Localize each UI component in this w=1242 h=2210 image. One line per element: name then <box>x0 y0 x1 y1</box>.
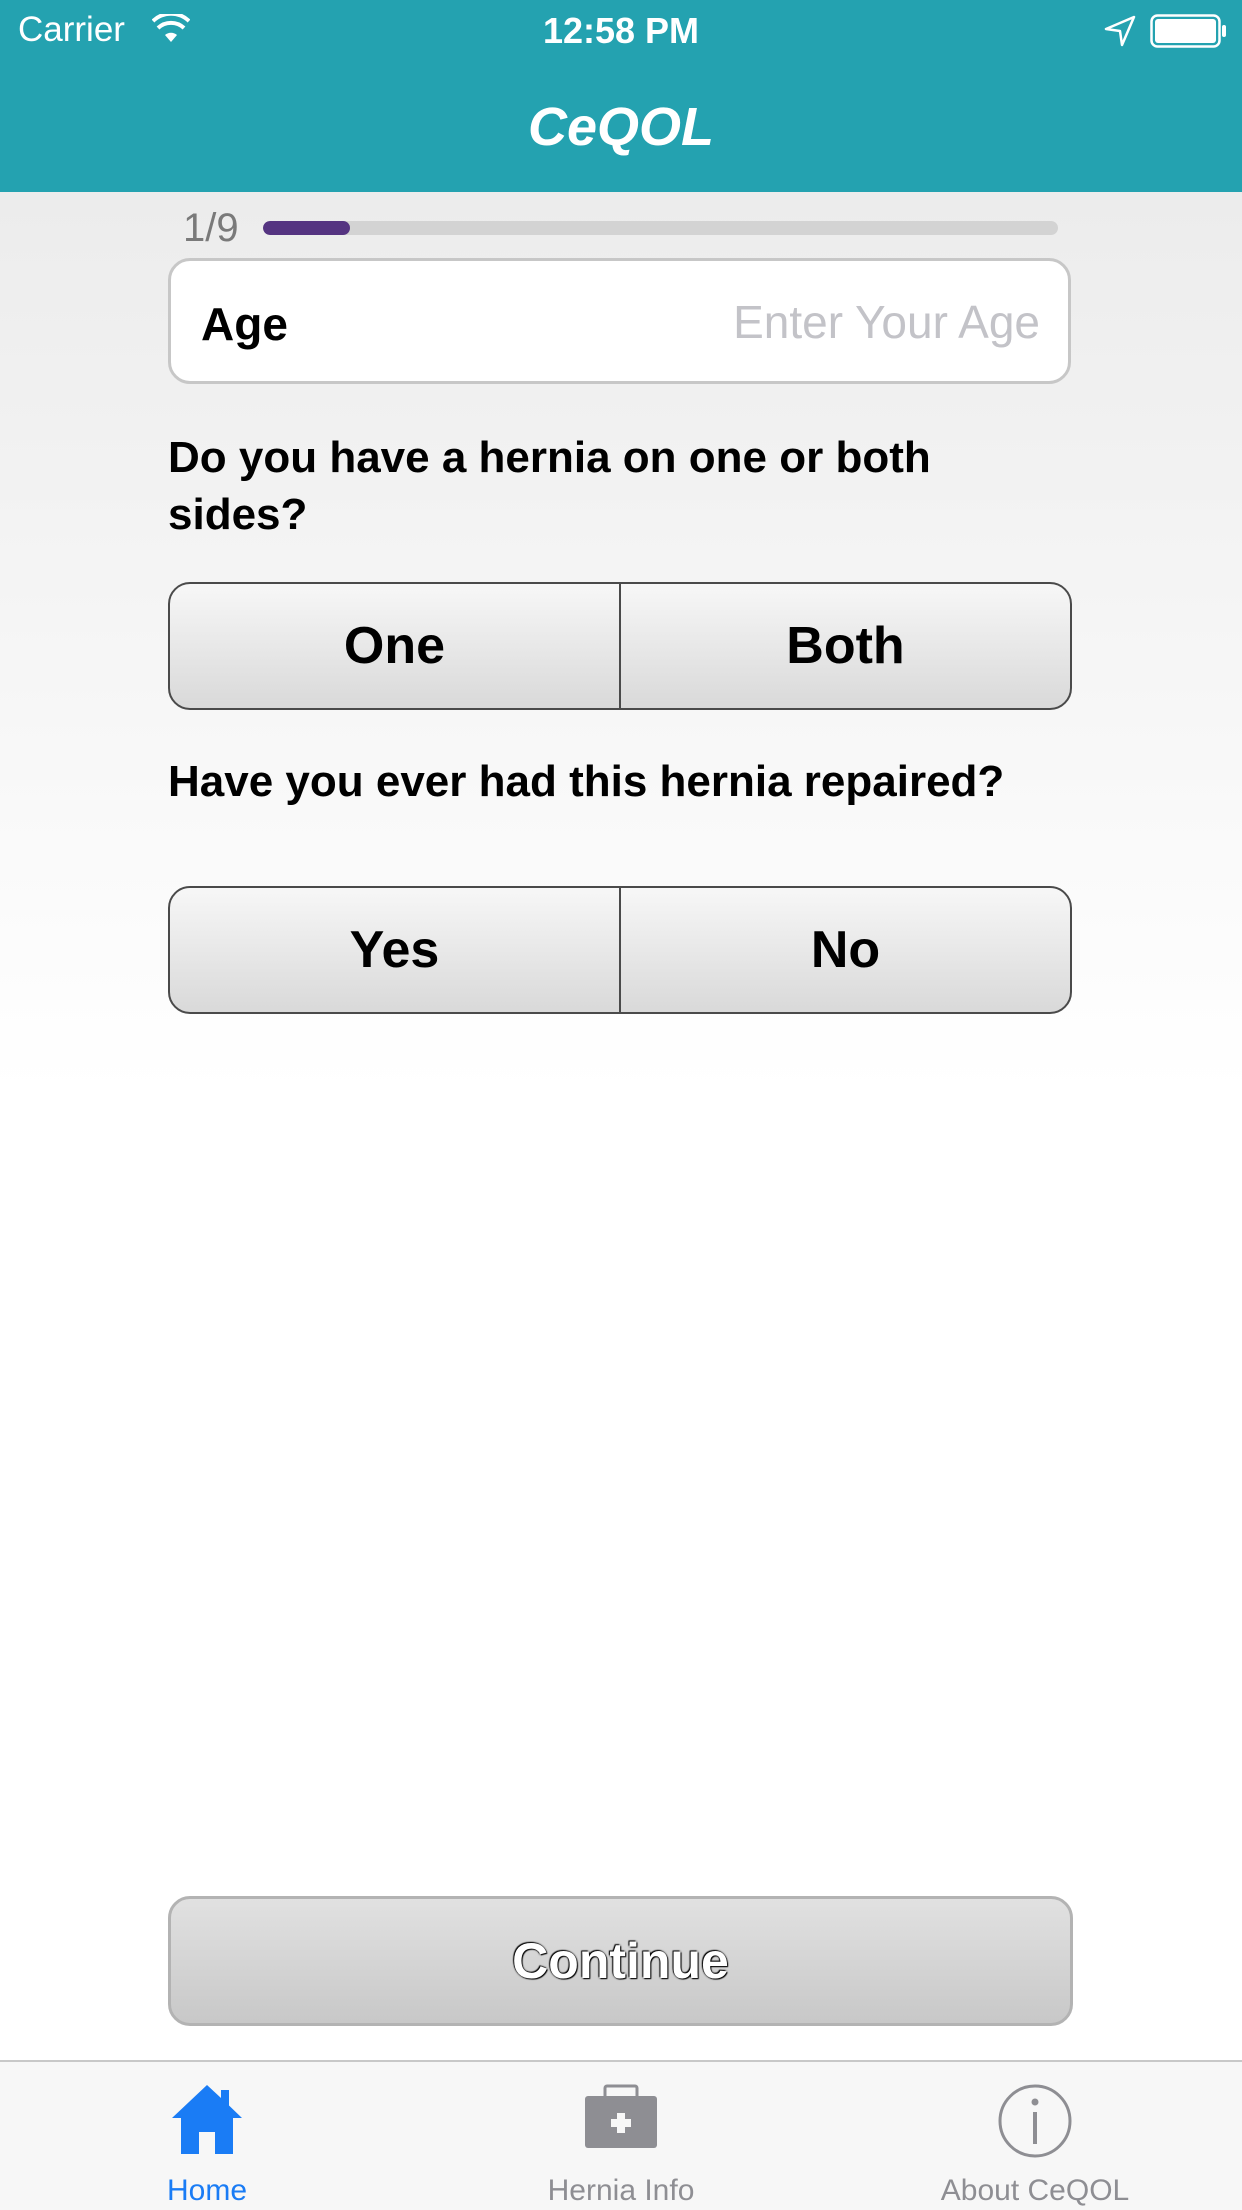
age-input[interactable] <box>538 285 1042 359</box>
age-label: Age <box>201 298 288 350</box>
battery-icon <box>1150 14 1226 48</box>
option-no-button[interactable]: No <box>619 888 1070 1012</box>
question-hernia-repaired: Have you ever had this hernia repaired? <box>168 757 1005 806</box>
info-icon <box>998 2084 1072 2158</box>
header: Carrier 12:58 PM CeQOL <box>0 0 1242 192</box>
house-icon <box>172 2085 242 2154</box>
location-arrow-icon <box>1104 15 1136 47</box>
tab-bar: Home Hernia Info About CeQOL <box>0 2060 1242 2210</box>
medical-kit-icon <box>585 2084 657 2148</box>
status-bar: Carrier 12:58 PM <box>0 0 1242 62</box>
continue-button[interactable]: Continue <box>168 1896 1073 2026</box>
age-field[interactable]: Age <box>168 258 1071 384</box>
progress-label: 1/9 <box>183 206 239 250</box>
option-yes-button[interactable]: Yes <box>170 888 619 1012</box>
tab-about[interactable]: About CeQOL <box>828 2062 1242 2210</box>
tab-hernia-info-label: Hernia Info <box>547 2174 695 2207</box>
tab-hernia-info[interactable]: Hernia Info <box>414 2062 828 2210</box>
tab-home[interactable]: Home <box>0 2062 414 2210</box>
tab-home-label: Home <box>166 2174 248 2207</box>
option-both-button[interactable]: Both <box>619 584 1070 708</box>
progress-fill <box>263 221 351 235</box>
hernia-repaired-segmented-control: Yes No <box>168 886 1072 1014</box>
questionnaire-page: 1/9 Age Do you have a hernia on one or b… <box>0 192 1242 2060</box>
question-hernia-sides: Do you have a hernia on one or both side… <box>168 433 931 539</box>
option-one-button[interactable]: One <box>170 584 619 708</box>
app-title: CeQOL <box>527 97 715 157</box>
tab-about-label: About CeQOL <box>940 2174 1130 2207</box>
progress-bar <box>263 221 1058 235</box>
hernia-sides-segmented-control: One Both <box>168 582 1072 710</box>
status-time: 12:58 PM <box>542 10 700 51</box>
